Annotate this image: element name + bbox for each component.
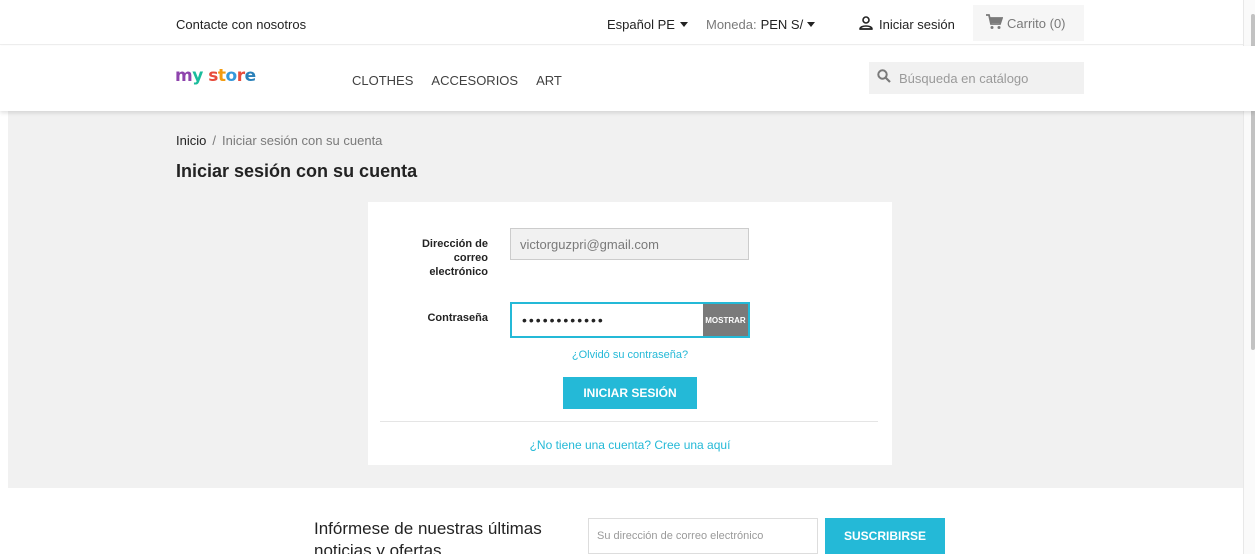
breadcrumb-home[interactable]: Inicio [176,133,206,148]
caret-down-icon [807,22,816,27]
search-box [869,62,1084,94]
store-logo[interactable]: my store [175,66,256,86]
page-title: Iniciar sesión con su cuenta [176,161,418,181]
main-nav: CLOTHES ACCESORIOS ART [352,73,562,88]
breadcrumb-current: Iniciar sesión con su cuenta [221,133,383,148]
newsletter-email-input[interactable] [588,518,818,554]
main-content: Inicio / Iniciar sesión con su cuenta In… [8,111,1243,488]
nav-item-art[interactable]: ART [536,73,562,88]
cart-label: Carrito (0) [1007,15,1066,31]
user-icon [858,15,874,34]
password-field[interactable] [512,304,703,336]
main-header: my store CLOTHES ACCESORIOS ART [0,46,1255,111]
login-button[interactable]: INICIAR SESIÓN [563,377,697,409]
search-icon[interactable] [877,68,891,88]
search-input[interactable] [899,70,1069,86]
create-account-link[interactable]: ¿No tiene una cuenta? Cree una aquí [368,438,892,452]
login-card: Dirección de correo electrónico Contrase… [368,202,892,465]
divider [380,421,878,422]
email-field[interactable] [510,228,749,260]
email-label: Dirección de correo electrónico [421,238,488,278]
language-label: Español PE [607,17,675,32]
show-password-button[interactable]: MOSTRAR [703,304,748,336]
contact-link[interactable]: Contacte con nosotros [176,17,306,32]
top-bar: Contacte con nosotros Español PE Moneda:… [0,0,1255,45]
password-label: Contraseña [427,312,488,324]
currency-label: Moneda: [706,17,757,32]
nav-item-clothes[interactable]: CLOTHES [352,73,413,88]
password-group: MOSTRAR [510,302,750,338]
breadcrumb-separator: / [212,133,216,148]
forgot-password-link[interactable]: ¿Olvidó su contraseña? [368,349,892,361]
signin-link[interactable]: Iniciar sesión [858,15,955,34]
newsletter-title: Infórmese de nuestras últimas noticias y… [314,519,542,554]
nav-item-accesorios[interactable]: ACCESORIOS [431,73,518,88]
breadcrumb: Inicio / Iniciar sesión con su cuenta [176,133,382,148]
subscribe-button[interactable]: SUSCRIBIRSE [825,518,945,554]
caret-down-icon [679,22,688,27]
cart-icon [985,13,1004,33]
signin-label: Iniciar sesión [879,17,955,32]
language-selector[interactable]: Español PE [607,17,688,32]
currency-value: PEN S/ [760,17,804,32]
cart-button[interactable]: Carrito (0) [973,5,1084,41]
currency-selector[interactable]: Moneda: PEN S/ [706,17,816,32]
